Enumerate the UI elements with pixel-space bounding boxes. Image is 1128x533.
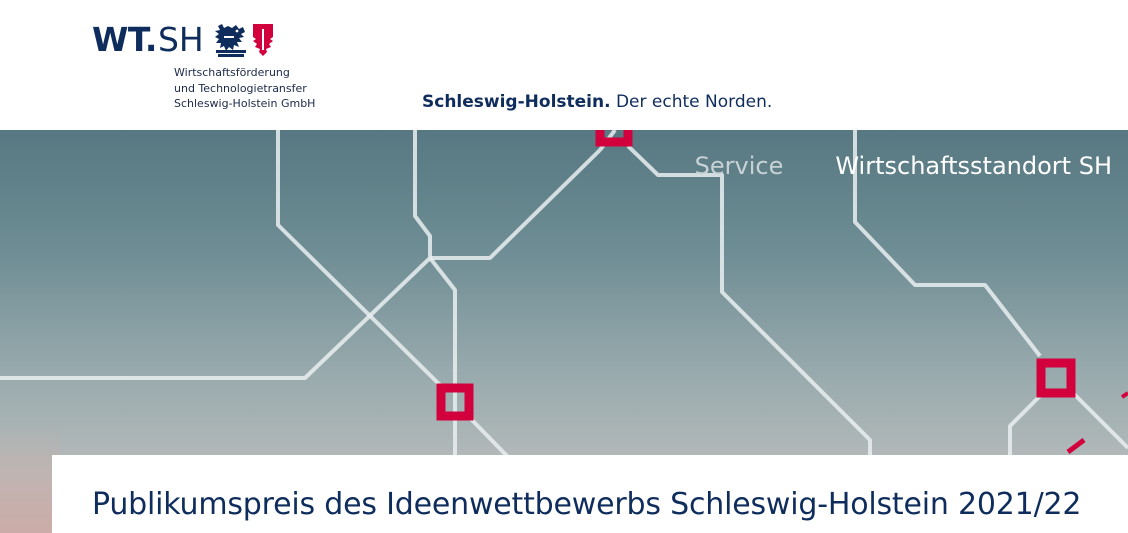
lion-coat-of-arms-icon bbox=[214, 24, 246, 57]
content-card: Publikumspreis des Ideenwettbewerbs Schl… bbox=[52, 455, 1128, 533]
tagline-rest: Der echte Norden. bbox=[610, 92, 773, 112]
main-navigation: Service Wirtschaftsstandort SH bbox=[695, 152, 1112, 180]
page-title: Publikumspreis des Ideenwettbewerbs Schl… bbox=[92, 487, 1082, 522]
nav-item-wirtschaftsstandort[interactable]: Wirtschaftsstandort SH bbox=[835, 152, 1112, 180]
logo-subtitle: Wirtschaftsförderung und Technologietran… bbox=[174, 65, 315, 112]
wtsh-logo-link[interactable]: WT. SH Wirtschaftsförderung und Technolo… bbox=[92, 20, 332, 115]
logo-wt-text: WT. bbox=[92, 20, 157, 59]
logo-subtitle-line: und Technologietransfer bbox=[174, 81, 307, 95]
nettle-leaf-icon bbox=[252, 24, 273, 56]
nav-item-service[interactable]: Service bbox=[695, 152, 784, 180]
logo-subtitle-line: Schleswig-Holstein GmbH bbox=[174, 97, 316, 110]
tagline-bold: Schleswig-Holstein. bbox=[422, 92, 611, 112]
site-header: WT. SH Wirtschaftsförderung und Technolo… bbox=[0, 0, 1128, 130]
site-tagline: Schleswig-Holstein. Der echte Norden. bbox=[422, 92, 772, 112]
logo-sh-text: SH bbox=[157, 20, 204, 59]
logo-subtitle-line: Wirtschaftsförderung bbox=[174, 66, 290, 79]
logo-mark: WT. SH bbox=[92, 20, 274, 60]
hero-banner: Publikumspreis des Ideenwettbewerbs Schl… bbox=[0, 130, 1128, 533]
